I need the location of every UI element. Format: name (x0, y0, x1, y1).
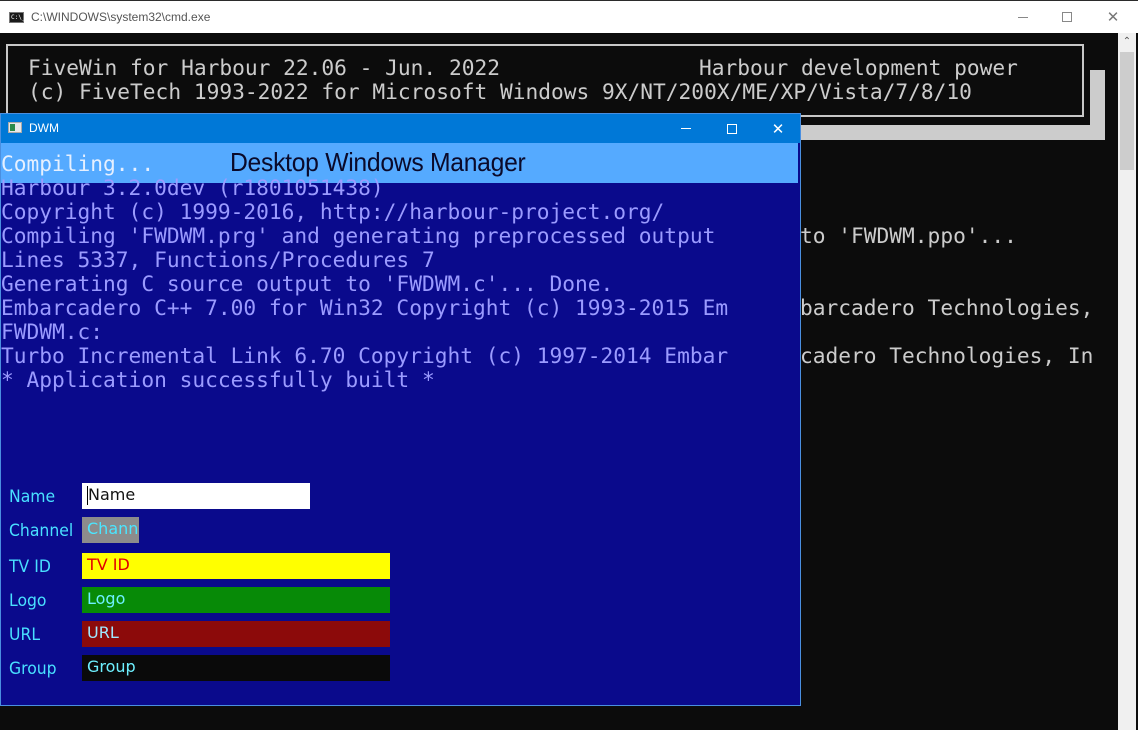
name-label: Name (9, 487, 56, 507)
scroll-thumb[interactable] (1120, 52, 1134, 170)
output-line: * Application successfully built * (1, 367, 435, 392)
close-icon: ✕ (1106, 8, 1120, 26)
minimize-icon (1018, 16, 1028, 18)
minimize-icon (681, 128, 691, 129)
text-caret (87, 486, 88, 505)
banner-shadow (790, 125, 1105, 140)
logo-field[interactable]: Logo (82, 587, 390, 613)
group-label: Group (9, 659, 57, 679)
banner-line-1-left: FiveWin for Harbour 22.06 - Jun. 2022 (28, 55, 500, 80)
channel-field[interactable]: Channel (82, 517, 139, 543)
output-line: Turbo Incremental Link 6.70 Copyright (c… (1, 343, 729, 368)
cmd-app-icon: C:\_ (9, 12, 26, 23)
url-label: URL (9, 625, 41, 645)
maximize-icon (1062, 12, 1072, 22)
dwm-minimize-button[interactable] (663, 114, 709, 143)
channel-field-value: Channel (87, 519, 139, 538)
group-field-value: Group (87, 657, 136, 676)
dwm-close-button[interactable]: ✕ (755, 114, 800, 143)
close-icon: ✕ (771, 119, 785, 138)
tv-id-label: TV ID (9, 557, 51, 577)
url-field[interactable]: URL (82, 621, 390, 647)
console-line: cadero Technologies, In (800, 343, 1094, 368)
logo-label: Logo (9, 591, 47, 611)
output-line: Embarcadero C++ 7.00 for Win32 Copyright… (1, 295, 729, 320)
name-field[interactable]: Name (82, 483, 310, 509)
dwm-titlebar[interactable]: DWM ✕ (1, 114, 800, 143)
name-field-value: Name (88, 485, 136, 504)
console-line: to 'FWDWM.ppo'... (800, 223, 1017, 248)
group-field[interactable]: Group (82, 655, 390, 681)
console-scrollbar[interactable]: ⌃ (1118, 33, 1136, 730)
banner-line-1-right: Harbour development power (699, 55, 1018, 80)
output-line: Harbour 3.2.0dev (r1801051438) (1, 175, 384, 200)
output-line: Compiling 'FWDWM.prg' and generating pre… (1, 223, 716, 248)
tv-id-field[interactable]: TV ID (82, 553, 390, 579)
output-line: Copyright (c) 1999-2016, http://harbour-… (1, 199, 665, 224)
channel-label: Channel (9, 521, 74, 541)
cmd-minimize-button[interactable] (1000, 1, 1046, 33)
output-line: FWDWM.c: (1, 319, 104, 344)
cmd-maximize-button[interactable] (1044, 1, 1090, 33)
maximize-icon (727, 123, 737, 134)
cmd-titlebar[interactable]: C:\_ C:\WINDOWS\system32\cmd.exe ✕ (0, 0, 1138, 33)
dwm-window-title: DWM (29, 121, 59, 135)
output-line: Lines 5337, Functions/Procedures 7 (1, 247, 435, 272)
console-line: barcadero Technologies, (800, 295, 1094, 320)
logo-field-value: Logo (87, 589, 126, 608)
dwm-window: DWM ✕ Compiling... Desktop Windows Manag… (0, 113, 801, 706)
url-field-value: URL (87, 623, 119, 642)
output-line: Generating C source output to 'FWDWM.c'.… (1, 271, 614, 296)
tv-id-field-value: TV ID (87, 555, 130, 574)
output-line: Compiling... (1, 151, 155, 176)
cmd-window-title: C:\WINDOWS\system32\cmd.exe (31, 10, 211, 24)
banner-line-2: (c) FiveTech 1993-2022 for Microsoft Win… (28, 79, 972, 104)
cmd-close-button[interactable]: ✕ (1090, 1, 1136, 33)
dwm-maximize-button[interactable] (709, 114, 755, 143)
scroll-up-arrow-icon[interactable]: ⌃ (1118, 33, 1136, 51)
dwm-app-icon (8, 122, 22, 133)
dwm-header-title: Desktop Windows Manager (230, 147, 526, 177)
